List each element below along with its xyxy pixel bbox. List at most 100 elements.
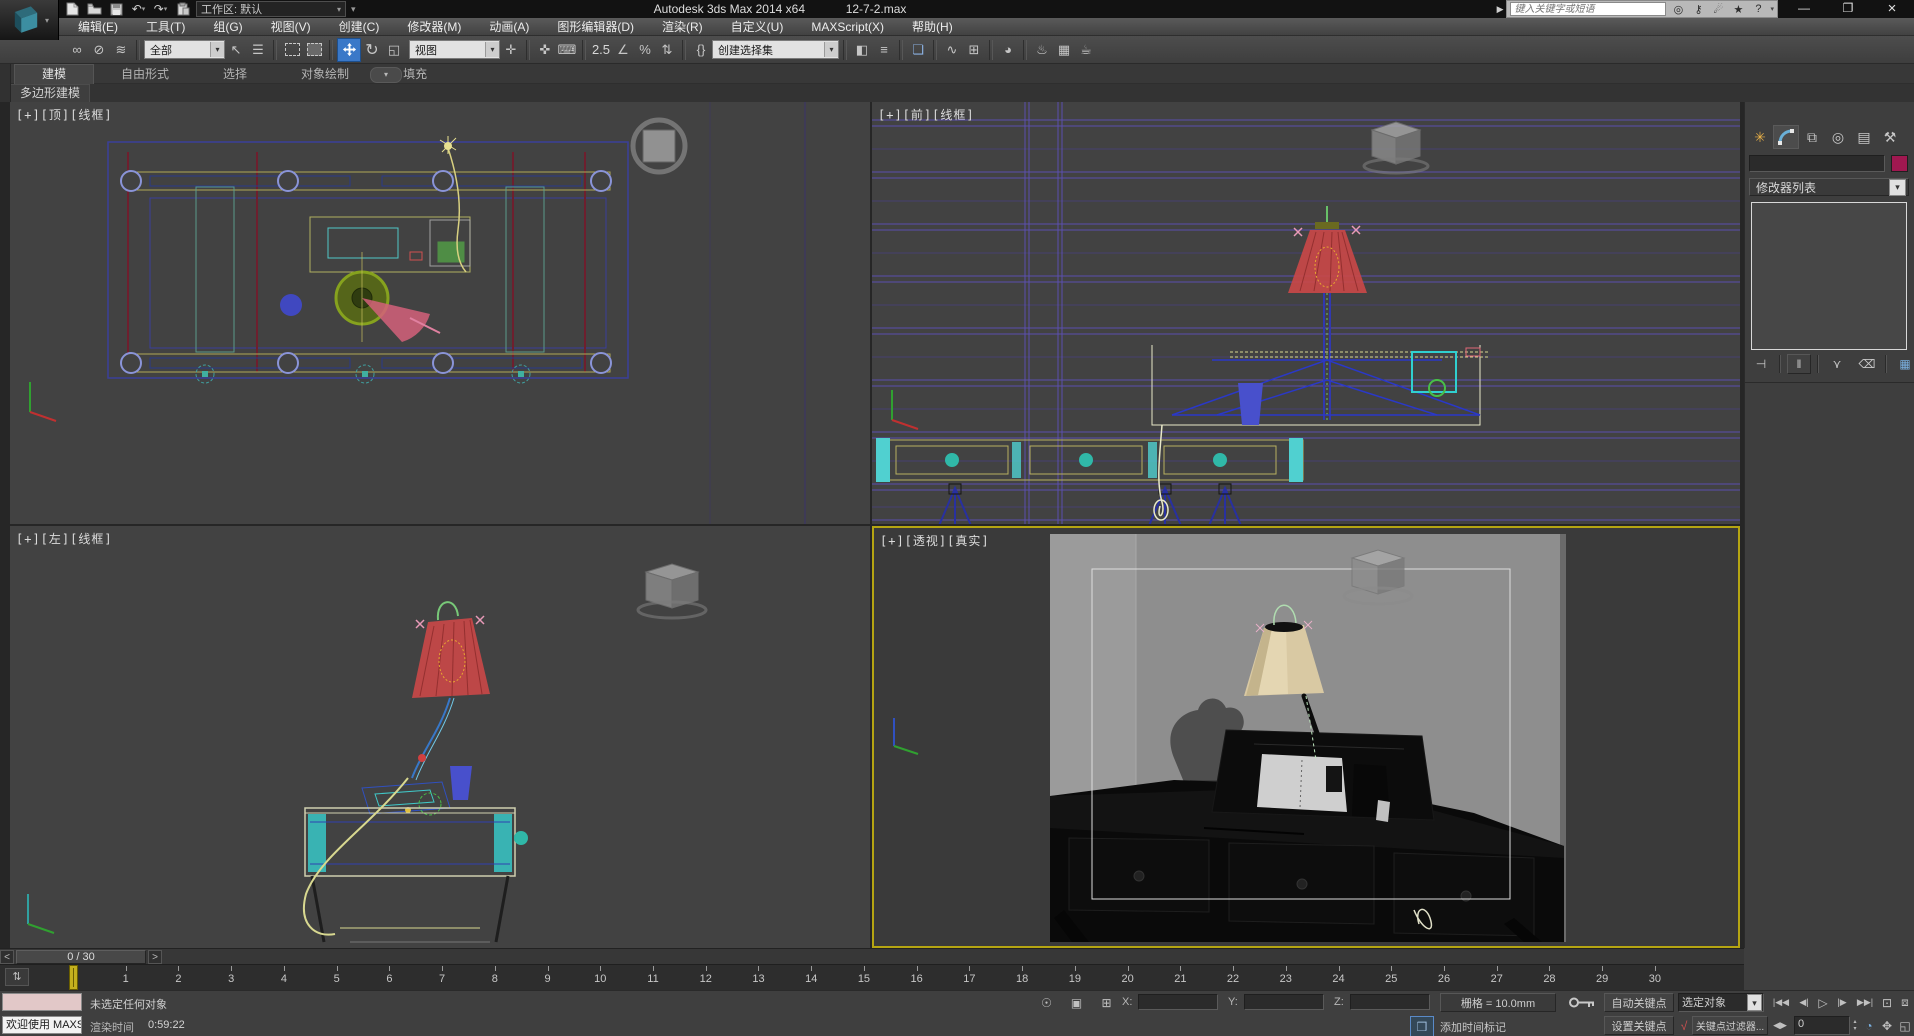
render-production-icon[interactable]: ☕ [1075,39,1097,61]
object-name-field[interactable] [1749,155,1885,172]
rectangular-selection-region-icon[interactable] [281,39,303,61]
snaps-toggle-icon[interactable]: 2.5 [590,39,612,61]
current-frame-field[interactable]: 0 [1794,1016,1850,1035]
viewport-perspective-label[interactable]: [+][透视][真实] [880,532,990,549]
viewport-top[interactable]: [+][顶][线框] [10,102,870,524]
menu-item[interactable]: 帮助(H) [898,18,967,36]
zoom-extents-all-icon[interactable]: ⧈ [1896,993,1914,1012]
viewport-front[interactable]: [+][前][线框] [872,102,1740,524]
undo-icon[interactable]: ↶▾ [130,2,147,17]
selection-filter-dropdown[interactable]: 全部 ▾ [144,40,225,59]
edit-named-selection-sets-icon[interactable]: {} [690,39,712,61]
selection-lock-icon[interactable]: ▣ [1066,993,1087,1012]
previous-frame-icon[interactable]: ◀| [1794,993,1814,1012]
render-setup-icon[interactable]: ♨ [1031,39,1053,61]
motion-tab[interactable]: ◎ [1825,125,1851,149]
minimize-button[interactable]: — [1782,0,1826,18]
key-filters-button[interactable]: 关键点过滤器... [1692,1016,1768,1035]
set-key-button[interactable]: 设置关键点 [1604,1016,1674,1035]
key-filter-selected-dropdown[interactable]: 选定对象 ▾ [1678,993,1764,1012]
mirror-icon[interactable]: ◧ [851,39,873,61]
save-file-icon[interactable] [108,2,125,17]
ribbon-tab[interactable]: 建模 [14,64,94,84]
frame-ruler[interactable]: 0123456789101112131415161718192021222324… [0,965,1744,991]
time-slider[interactable]: < 0 / 30 > [0,948,1744,964]
menu-item[interactable]: MAXScript(X) [797,18,898,36]
project-folder-icon[interactable] [174,2,191,17]
x-coordinate-field[interactable] [1138,994,1218,1010]
viewport-left-label[interactable]: [+][左][线框] [16,530,113,547]
workspace-dropdown[interactable]: 工作区: 默认 ▾ [196,1,346,17]
menu-item[interactable]: 视图(V) [257,18,325,36]
curve-editor-icon[interactable]: ∿ [941,39,963,61]
viewport-front-label[interactable]: [+][前][线框] [878,106,975,123]
keyboard-shortcut-override-icon[interactable]: ⌨ [556,39,578,61]
time-configuration-icon[interactable]: ◔ [1860,1016,1878,1035]
schematic-view-icon[interactable]: ⊞ [963,39,985,61]
maximize-viewport-toggle-icon[interactable]: ◱ [1896,1016,1914,1035]
key-filter-check-icon[interactable]: √ [1676,1016,1692,1035]
material-editor-icon[interactable]: ◕ [997,39,1019,61]
menu-item[interactable]: 自定义(U) [717,18,798,36]
track-bar[interactable]: ⇅ 01234567891011121314151617181920212223… [0,964,1744,990]
create-tab[interactable]: ✳ [1747,125,1773,149]
ribbon-tab[interactable]: 对象绘制 [274,65,376,84]
display-tab[interactable]: ▤ [1851,125,1877,149]
ribbon-minimize-toggle[interactable]: ▾ [370,67,402,83]
current-frame-indicator[interactable] [69,965,78,990]
next-frame-icon[interactable]: |▶ [1832,993,1852,1012]
percent-snap-icon[interactable]: % [634,39,656,61]
use-pivot-center-icon[interactable]: ✛ [500,39,522,61]
reference-coordinate-dropdown[interactable]: 视图 ▾ [409,40,500,59]
select-and-link-icon[interactable]: ∞ [66,39,88,61]
show-end-result-icon[interactable]: ‖ [1787,354,1811,374]
open-file-icon[interactable] [86,2,103,17]
spinner-snap-icon[interactable]: ⇅ [656,39,678,61]
remove-modifier-icon[interactable]: ⌫ [1855,354,1879,374]
menu-item[interactable]: 创建(C) [325,18,394,36]
pin-stack-icon[interactable]: ⊣ [1749,354,1773,374]
ribbon-grip[interactable] [0,64,11,102]
restore-button[interactable]: ❐ [1826,0,1870,18]
menu-item[interactable]: 组(G) [199,18,256,36]
modify-tab[interactable] [1773,125,1799,149]
layer-manager-icon[interactable]: ❏ [907,39,929,61]
object-color-swatch[interactable] [1891,155,1908,172]
redo-flyout-icon[interactable]: ▾ [164,5,168,13]
select-and-move-icon[interactable] [337,38,361,62]
select-and-scale-icon[interactable]: ◱ [383,39,405,61]
window-crossing-icon[interactable] [303,39,325,61]
modifier-stack[interactable] [1751,202,1907,350]
redo-icon[interactable]: ↷▾ [152,2,169,17]
polygon-modeling-panel[interactable]: 多边形建模 [10,84,90,102]
align-icon[interactable]: ≡ [873,39,895,61]
select-by-name-icon[interactable]: ☰ [247,39,269,61]
unlink-selection-icon[interactable]: ⊘ [88,39,110,61]
menu-item[interactable]: 图形编辑器(D) [543,18,648,36]
hierarchy-tab[interactable]: ⧉ [1799,125,1825,149]
time-slider-prev-button[interactable]: < [0,950,14,964]
menu-item[interactable]: 渲染(R) [648,18,717,36]
sign-in-icon[interactable]: ⚷ [1690,3,1706,16]
angle-snap-icon[interactable]: ∠ [612,39,634,61]
help-flyout-icon[interactable]: ▾ [1770,5,1774,13]
configure-modifier-sets-icon[interactable]: ▦ [1893,354,1914,374]
qat-overflow-icon[interactable]: ▾ [351,4,356,15]
key-mode-toggle-icon[interactable]: ◀▶ [1768,1016,1792,1035]
new-file-icon[interactable] [64,2,81,17]
auto-key-button[interactable]: 自动关键点 [1604,993,1674,1012]
select-object-icon[interactable]: ↖ [225,39,247,61]
infocenter-collapse-icon[interactable]: ▶ [1497,4,1504,15]
pan-view-icon[interactable]: ✥ [1878,1016,1896,1035]
modifier-list-dropdown[interactable]: 修改器列表 ▾ [1749,178,1909,196]
utilities-tab[interactable]: ⚒ [1877,125,1903,149]
maxscript-mini-listener-pink[interactable] [2,993,82,1011]
time-slider-next-button[interactable]: > [148,950,162,964]
absolute-offset-mode-icon[interactable]: ⊞ [1096,993,1117,1012]
make-unique-icon[interactable]: ⋎ [1825,354,1849,374]
search-icon[interactable]: ◎ [1670,3,1686,16]
add-time-tag-cube-icon[interactable]: ❒ [1410,1016,1434,1036]
select-and-manipulate-icon[interactable]: ✜ [534,39,556,61]
play-animation-icon[interactable]: ▷ [1814,993,1832,1012]
y-coordinate-field[interactable] [1244,994,1324,1010]
